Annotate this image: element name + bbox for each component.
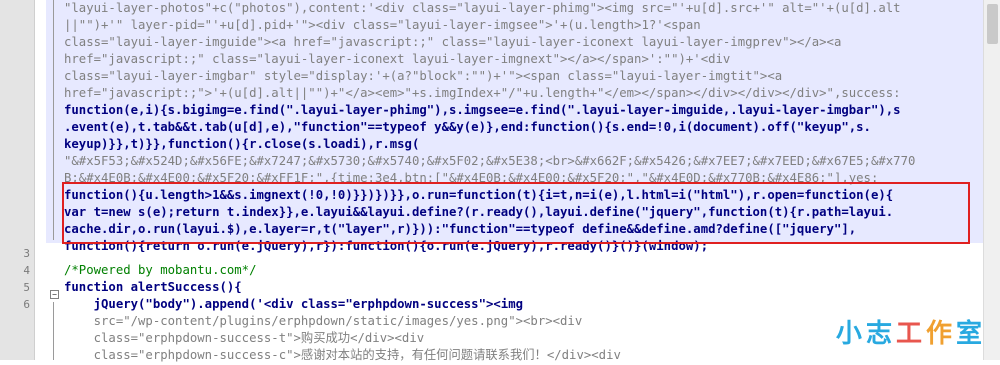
code-line: href="javascript:;">'+(u[d].alt||"")+"</…	[64, 86, 901, 100]
code-line: class="erphpdown-success-c">感谢对本站的支持，有任何…	[64, 348, 621, 362]
line-number: 5	[23, 281, 30, 294]
watermark-logo: 小志工作室	[836, 313, 986, 350]
code-line: jQuery("body").append('<div class="erphp…	[64, 297, 524, 311]
watermark-char: 室	[955, 319, 986, 349]
fold-guide-line	[53, 302, 54, 360]
watermark-char: 作	[925, 319, 956, 349]
code-line: function alertSuccess(){	[64, 280, 242, 294]
code-editor[interactable]: "layui-layer-photos"+c("photos"),content…	[64, 0, 984, 362]
code-line: class="erphpdown-success-t">购买成功</div><d…	[64, 331, 425, 345]
line-number: 4	[23, 264, 30, 277]
watermark-char: 小	[835, 319, 866, 349]
line-number: 3	[23, 247, 30, 260]
code-line: /*Powered by mobantu.com*/	[64, 263, 257, 277]
vertical-scrollbar[interactable]	[983, 0, 1000, 360]
line-number: 6	[23, 298, 30, 311]
code-line: class="layui-layer-imgbar" style="displa…	[64, 69, 783, 83]
code-line: class="layui-layer-imguide"><a href="jav…	[64, 35, 842, 49]
watermark-char: 志	[865, 319, 896, 349]
code-line: ||"")+'" layer-pid="'+u[d].pid+'"><div c…	[64, 18, 701, 32]
code-line: href="javascript:;" class="layui-layer-i…	[64, 52, 731, 66]
code-line: src="/wp-content/plugins/erphpdown/stati…	[64, 314, 583, 328]
code-line: keyup)}},t)}},function(){r.close(s.loadi…	[64, 137, 420, 151]
code-line: "layui-layer-photos"+c("photos"),content…	[64, 1, 901, 15]
watermark-char: 工	[895, 319, 926, 349]
fold-toggle-icon[interactable]: −	[50, 290, 59, 299]
annotation-red-box	[62, 182, 970, 244]
code-line: "&#x5F53;&#x524D;&#x56FE;&#x7247;&#x5730…	[64, 154, 916, 168]
code-line: .event(e),t.tab&&t.tab(u[d],e),"function…	[64, 120, 871, 134]
fold-guide-line	[53, 0, 54, 240]
code-line: function(e,i){s.bigimg=e.find(".layui-la…	[64, 103, 901, 117]
scrollbar-thumb[interactable]	[987, 4, 998, 44]
line-number-gutter: 3 4 5 6	[0, 0, 35, 360]
